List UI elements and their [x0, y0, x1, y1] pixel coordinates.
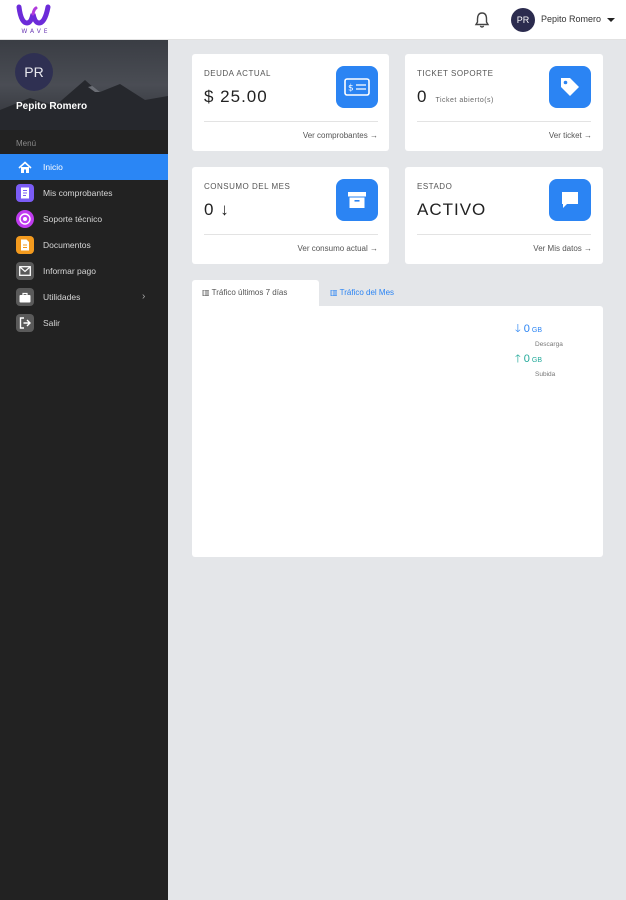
- archive-icon: [336, 179, 378, 221]
- upload-unit: GB: [531, 357, 543, 364]
- download-unit: GB: [531, 327, 543, 334]
- document-icon: [16, 236, 34, 254]
- sidebar-item-mis-comprobantes[interactable]: Mis comprobantes: [0, 180, 168, 206]
- tab-label: Tráfico últimos 7 días: [211, 288, 288, 297]
- chevron-right-icon: ›: [142, 291, 146, 302]
- link-text: Ver consumo actual: [297, 244, 368, 253]
- ticket-sub: Ticket abierto(s): [435, 97, 494, 104]
- profile-avatar: PR: [15, 53, 53, 91]
- ver-mis-datos-link[interactable]: Ver Mis datos →: [533, 244, 592, 253]
- home-icon: [16, 158, 34, 176]
- sidebar: PR Pepito Romero Menú Inicio Mis comprob…: [0, 40, 168, 900]
- card-consumo-del-mes: CONSUMO DEL MES 0 ↓ Ver consumo actual →: [192, 167, 389, 264]
- download-value-row: 🡓 0 GB: [515, 320, 595, 339]
- logout-icon: [16, 314, 34, 332]
- traffic-tabs: ▥ Tráfico últimos 7 días ▥ Tráfico del M…: [192, 280, 603, 306]
- card-deuda-actual: DEUDA ACTUAL $ 25.00 $ Ver comprobantes …: [192, 54, 389, 151]
- ticket-count: 0: [417, 87, 428, 106]
- download-arrow-icon: 🡓: [515, 323, 521, 335]
- arrow-right-icon: →: [370, 244, 378, 253]
- menu-title: Menú: [16, 139, 37, 148]
- chat-icon: [549, 179, 591, 221]
- card-divider: [417, 121, 591, 122]
- sidebar-profile: PR Pepito Romero: [0, 40, 168, 130]
- top-bar: WAVE PR Pepito Romero: [0, 0, 626, 40]
- card-value: 0 Ticket abierto(s): [417, 87, 494, 107]
- upload-arrow-icon: 🡑: [515, 353, 521, 365]
- card-label: ESTADO: [417, 182, 453, 191]
- download-value: 0: [523, 323, 530, 335]
- sidebar-item-label: Soporte técnico: [43, 214, 103, 224]
- mail-icon: [16, 262, 34, 280]
- ver-consumo-actual-link[interactable]: Ver consumo actual →: [298, 244, 379, 253]
- tag-icon: [549, 66, 591, 108]
- tab-trafico-semana[interactable]: ▥ Tráfico últimos 7 días: [192, 280, 319, 306]
- link-text: Ver ticket: [548, 131, 582, 140]
- card-label: CONSUMO DEL MES: [204, 182, 291, 191]
- wave-logo-icon: [16, 4, 51, 26]
- upload-caption: Subida: [535, 371, 556, 378]
- tab-trafico-mes[interactable]: ▥ Tráfico del Mes: [320, 280, 404, 306]
- card-value: ACTIVO: [417, 200, 487, 219]
- caret-down-icon[interactable]: [607, 18, 615, 22]
- receipt-icon: [16, 184, 34, 202]
- sidebar-item-label: Mis comprobantes: [43, 188, 113, 198]
- notifications-bell-icon[interactable]: [474, 11, 490, 29]
- arrow-down-icon: ↓: [220, 200, 230, 219]
- sidebar-item-label: Salir: [43, 318, 61, 328]
- arrow-right-icon: →: [584, 244, 592, 253]
- ver-ticket-link[interactable]: Ver ticket →: [549, 131, 592, 140]
- arrow-right-icon: →: [584, 131, 592, 140]
- sidebar-item-informar-pago[interactable]: Informar pago: [0, 258, 168, 284]
- user-avatar[interactable]: PR: [511, 8, 535, 32]
- card-divider: [204, 234, 378, 235]
- support-icon: [16, 210, 34, 228]
- upload-value: 0: [523, 353, 530, 365]
- sidebar-item-label: Documentos: [43, 240, 91, 250]
- sidebar-item-label: Informar pago: [43, 266, 96, 276]
- upload-value-row: 🡑 0 GB: [515, 350, 595, 369]
- user-menu-name[interactable]: Pepito Romero: [541, 14, 601, 24]
- link-text: Ver Mis datos: [533, 244, 582, 253]
- sidebar-nav: Inicio Mis comprobantes Soporte técnico …: [0, 154, 168, 336]
- sidebar-item-salir[interactable]: Salir: [0, 310, 168, 336]
- card-estado: ESTADO ACTIVO Ver Mis datos →: [405, 167, 603, 264]
- svg-text:$: $: [348, 84, 354, 94]
- consumo-value: 0: [204, 200, 215, 219]
- wave-logo[interactable]: WAVE: [16, 4, 56, 38]
- sidebar-item-documentos[interactable]: Documentos: [0, 232, 168, 258]
- ver-comprobantes-link[interactable]: Ver comprobantes →: [303, 131, 378, 140]
- traffic-panel: 🡓 0 GB Descarga 🡑 0 GB Subida: [192, 306, 603, 557]
- card-label: DEUDA ACTUAL: [204, 69, 271, 78]
- link-text: Ver comprobantes: [302, 131, 368, 140]
- bar-chart-icon: ▥: [330, 288, 338, 297]
- tab-label: Tráfico del Mes: [339, 288, 395, 297]
- card-value: $ 25.00: [204, 87, 268, 106]
- logo-text: WAVE: [21, 28, 51, 35]
- sidebar-item-soporte-tecnico[interactable]: Soporte técnico: [0, 206, 168, 232]
- sidebar-item-label: Utilidades: [43, 292, 81, 302]
- card-divider: [417, 234, 591, 235]
- card-divider: [204, 121, 378, 122]
- bar-chart-icon: ▥: [202, 288, 210, 297]
- invoice-icon: $: [336, 66, 378, 108]
- card-ticket-soporte: TICKET SOPORTE 0 Ticket abierto(s) Ver ti…: [405, 54, 603, 151]
- sidebar-item-label: Inicio: [43, 162, 63, 172]
- briefcase-icon: [16, 288, 34, 306]
- arrow-right-icon: →: [370, 131, 378, 140]
- sidebar-item-utilidades[interactable]: Utilidades ›: [0, 284, 168, 310]
- sidebar-item-inicio[interactable]: Inicio: [0, 154, 168, 180]
- download-stat: 🡓 0 GB Descarga: [515, 320, 595, 348]
- download-caption: Descarga: [535, 341, 563, 348]
- profile-name: Pepito Romero: [16, 101, 88, 112]
- card-label: TICKET SOPORTE: [417, 69, 494, 78]
- upload-stat: 🡑 0 GB Subida: [515, 350, 595, 378]
- card-value: 0 ↓: [204, 200, 230, 220]
